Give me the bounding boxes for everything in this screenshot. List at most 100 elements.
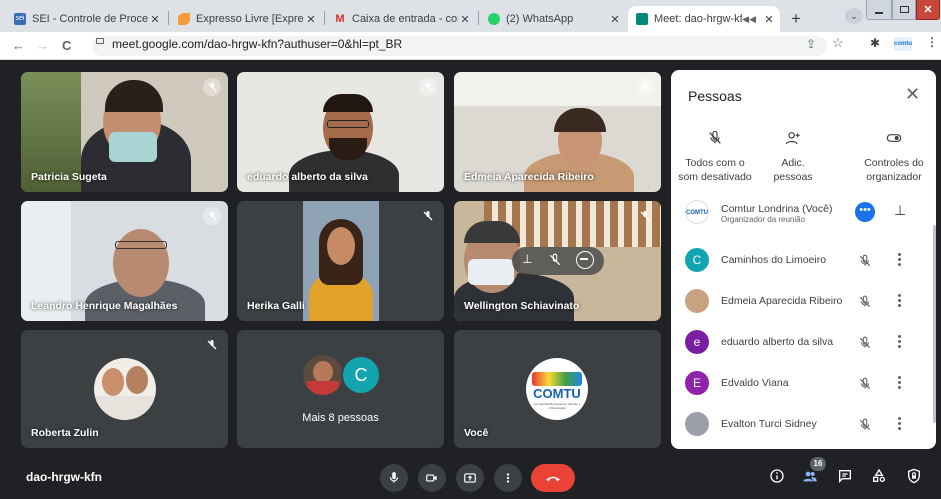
video-tile-patricia[interactable]: Patricia Sugeta <box>21 72 228 192</box>
tab-search-icon[interactable]: ⌄ <box>845 8 863 24</box>
participant-name: Comtur Londrina (Você) <box>721 203 833 215</box>
url-text[interactable]: meet.google.com/dao-hrgw-kfn?authuser=0&… <box>112 37 402 51</box>
add-people-button[interactable]: Adic. pessoas <box>766 130 820 184</box>
browser-menu-icon[interactable]: ⋮ <box>926 35 938 49</box>
close-window-button[interactable]: ✕ <box>916 0 940 20</box>
remove-icon[interactable] <box>576 251 594 269</box>
tab-expresso[interactable]: Expresso Livre [Expresso M ✕ <box>170 6 322 32</box>
participant-avatar: C <box>341 355 381 395</box>
participant-avatar <box>303 355 343 395</box>
tab-title: Meet: dao-hrgw-kfn <box>654 13 743 25</box>
camera-button[interactable] <box>418 464 446 492</box>
more-options-icon[interactable] <box>898 376 902 390</box>
camera-icon <box>426 474 437 482</box>
bookmark-star-icon[interactable]: ☆ <box>832 35 844 51</box>
participant-name: Evalton Turci Sidney <box>721 418 817 430</box>
more-options-button[interactable] <box>494 464 522 492</box>
video-tile-herika[interactable]: Herika Galli <box>237 201 444 321</box>
tab-close-icon[interactable]: ✕ <box>458 13 472 26</box>
panel-scrollbar[interactable] <box>933 225 936 423</box>
participant-name: Edmeia Aparecida Ribeiro <box>721 295 843 307</box>
tab-whatsapp[interactable]: (2) WhatsApp ✕ <box>480 6 626 32</box>
tab-close-icon[interactable]: ✕ <box>304 13 318 26</box>
comtu-logo: COMTU Companhia Municipal de Trânsito e … <box>526 358 588 420</box>
video-tile-edmeia[interactable]: Edmeia Aparecida Ribeiro <box>454 72 661 192</box>
close-panel-button[interactable]: ✕ <box>905 84 920 105</box>
forward-button[interactable]: → <box>36 38 49 53</box>
mic-off-icon[interactable] <box>858 418 872 432</box>
more-options-icon[interactable] <box>898 294 902 308</box>
participant-row[interactable]: E Edvaldo Viana <box>671 364 936 405</box>
mic-off-icon[interactable] <box>858 377 872 391</box>
participant-name: Caminhos do Limoeiro <box>721 254 827 266</box>
maximize-button[interactable] <box>892 0 916 20</box>
pin-icon[interactable]: ⊥ <box>522 252 532 266</box>
participant-row[interactable]: e eduardo alberto da silva <box>671 323 936 364</box>
tab-gmail[interactable]: M Caixa de entrada - comturi ✕ <box>326 6 476 32</box>
lock-icon[interactable] <box>96 38 104 44</box>
activities-icon <box>873 468 885 482</box>
mic-off-icon[interactable] <box>858 254 872 268</box>
video-tile-eduardo[interactable]: eduardo alberto da silva <box>237 72 444 192</box>
more-options-icon[interactable] <box>898 417 902 431</box>
expresso-favicon-icon <box>178 13 190 25</box>
audio-playing-icon[interactable]: ◀◀ <box>742 14 756 25</box>
activities-button[interactable] <box>868 465 890 487</box>
participant-row[interactable]: COMTU Comtur Londrina (Você) Organizador… <box>671 193 936 234</box>
browser-tab-bar: sei SEI - Controle de Processos ✕ Expres… <box>0 0 941 32</box>
participant-avatar: COMTU <box>685 200 709 224</box>
more-options-icon[interactable] <box>898 335 902 349</box>
tab-meet[interactable]: Meet: dao-hrgw-kfn ◀◀ ✕ <box>628 6 780 32</box>
pin-icon[interactable]: ⊥ <box>894 202 906 219</box>
mic-off-icon[interactable] <box>858 336 872 350</box>
back-button[interactable]: ← <box>12 38 25 53</box>
meet-window: sei SEI - Controle de Processos ✕ Expres… <box>0 0 941 499</box>
gmail-favicon-icon: M <box>335 13 345 25</box>
participant-name: Roberta Zulin <box>31 427 99 439</box>
video-tile-leandro[interactable]: Leandro Henrique Magalhães <box>21 201 228 321</box>
participant-avatar <box>685 412 709 436</box>
tab-close-icon[interactable]: ✕ <box>762 13 776 26</box>
tab-title: Caixa de entrada - comturi <box>352 13 458 25</box>
tab-title: SEI - Controle de Processos <box>32 13 148 25</box>
tab-close-icon[interactable]: ✕ <box>608 13 622 26</box>
extensions-puzzle-icon[interactable]: ✱ <box>870 36 880 50</box>
new-tab-button[interactable]: + <box>785 8 807 30</box>
host-controls-shield-button[interactable] <box>903 465 925 487</box>
tab-sei[interactable]: sei SEI - Controle de Processos ✕ <box>6 6 166 32</box>
more-vert-icon <box>506 473 510 483</box>
mic-off-icon[interactable] <box>858 295 872 309</box>
participant-row[interactable]: Edmeia Aparecida Ribeiro <box>671 282 936 323</box>
present-icon <box>464 473 476 483</box>
meeting-details-button[interactable] <box>766 465 788 487</box>
end-call-button[interactable] <box>531 464 575 492</box>
meeting-code: dao-hrgw-kfn <box>26 470 102 484</box>
share-icon[interactable]: ⇪ <box>806 37 816 51</box>
video-tile-wellington[interactable]: ⊥ Wellington Schiavinato <box>454 201 661 321</box>
video-tile-roberta[interactable]: Roberta Zulin <box>21 330 228 448</box>
profile-avatar[interactable]: comtu <box>894 37 912 51</box>
tab-close-icon[interactable]: ✕ <box>148 13 162 26</box>
more-participants-tile[interactable]: C Mais 8 pessoas <box>237 330 444 448</box>
muted-mic-icon <box>203 78 221 96</box>
more-options-icon[interactable] <box>898 253 902 267</box>
minimize-button[interactable] <box>866 0 892 20</box>
mute-all-button[interactable]: Todos com o som desativado <box>675 130 755 184</box>
participant-row[interactable]: C Caminhos do Limoeiro <box>671 241 936 282</box>
participant-name: Patricia Sugeta <box>31 171 107 183</box>
chat-button[interactable] <box>834 465 856 487</box>
participant-name: Wellington Schiavinato <box>464 300 580 312</box>
toggle-icon <box>886 134 902 142</box>
participant-row[interactable]: Evalton Turci Sidney <box>671 405 936 446</box>
participant-avatar <box>94 358 156 420</box>
present-screen-button[interactable] <box>456 464 484 492</box>
info-icon <box>770 469 784 483</box>
participant-avatar <box>685 289 709 313</box>
hang-up-icon <box>546 476 560 481</box>
reload-button[interactable]: C <box>62 38 71 53</box>
mute-participant-icon[interactable] <box>548 253 562 267</box>
whatsapp-favicon-icon <box>488 13 500 25</box>
self-video-tile[interactable]: COMTU Companhia Municipal de Trânsito e … <box>454 330 661 448</box>
host-controls-button[interactable]: Controles do organizador <box>851 130 936 184</box>
mic-button[interactable] <box>380 464 408 492</box>
